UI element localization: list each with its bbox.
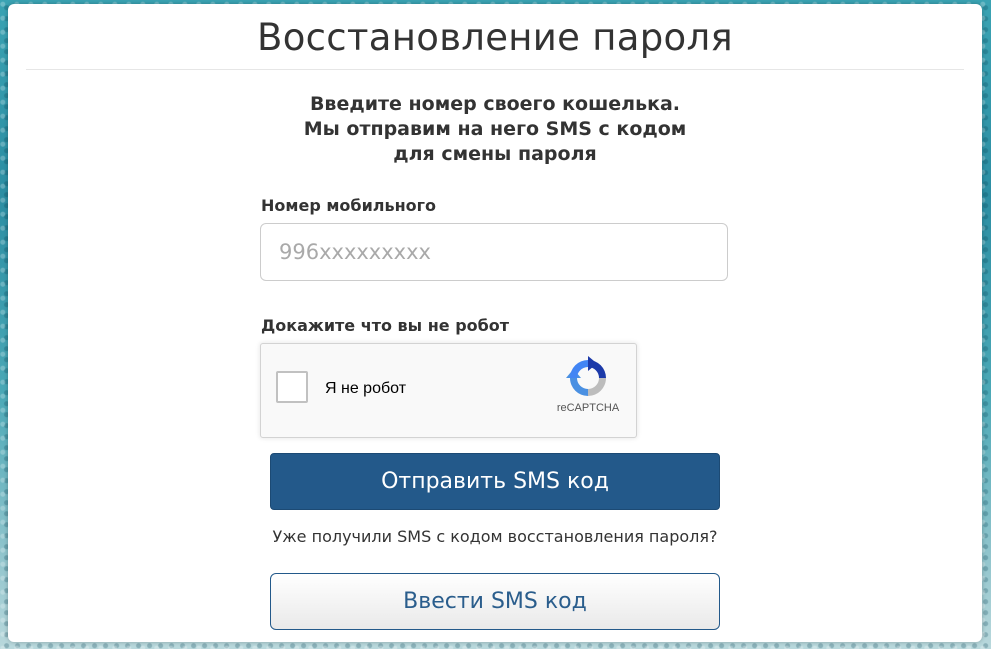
phone-label: Номер мобильного (261, 196, 437, 215)
page-title: Восстановление пароля (257, 16, 733, 59)
send-sms-code-button[interactable]: Отправить SMS код (270, 453, 720, 510)
recaptcha-checkbox-label: Я не робот (325, 380, 407, 397)
instructions-line-1: Введите номер своего кошелька. (309, 93, 681, 115)
title-divider (26, 69, 964, 70)
enter-sms-code-button[interactable]: Ввести SMS код (270, 573, 720, 630)
recaptcha-logo-icon (566, 356, 606, 396)
already-received-question: Уже получили SMS с кодом восстановления … (272, 527, 718, 546)
recaptcha-widget: Я не робот reCAPTCHA (260, 343, 637, 438)
recaptcha-brand: reCAPTCHA (556, 402, 620, 414)
instructions: Введите номер своего кошелька. Мы отправ… (8, 92, 982, 167)
instructions-line-2: Мы отправим на него SMS с кодом (303, 118, 687, 140)
captcha-label: Докажите что вы не робот (261, 316, 510, 335)
password-recovery-panel: Восстановление пароля Введите номер свое… (8, 4, 982, 642)
recaptcha-checkbox[interactable] (276, 371, 308, 403)
instructions-line-3: для смены пароля (393, 143, 597, 165)
phone-input[interactable] (260, 223, 728, 281)
